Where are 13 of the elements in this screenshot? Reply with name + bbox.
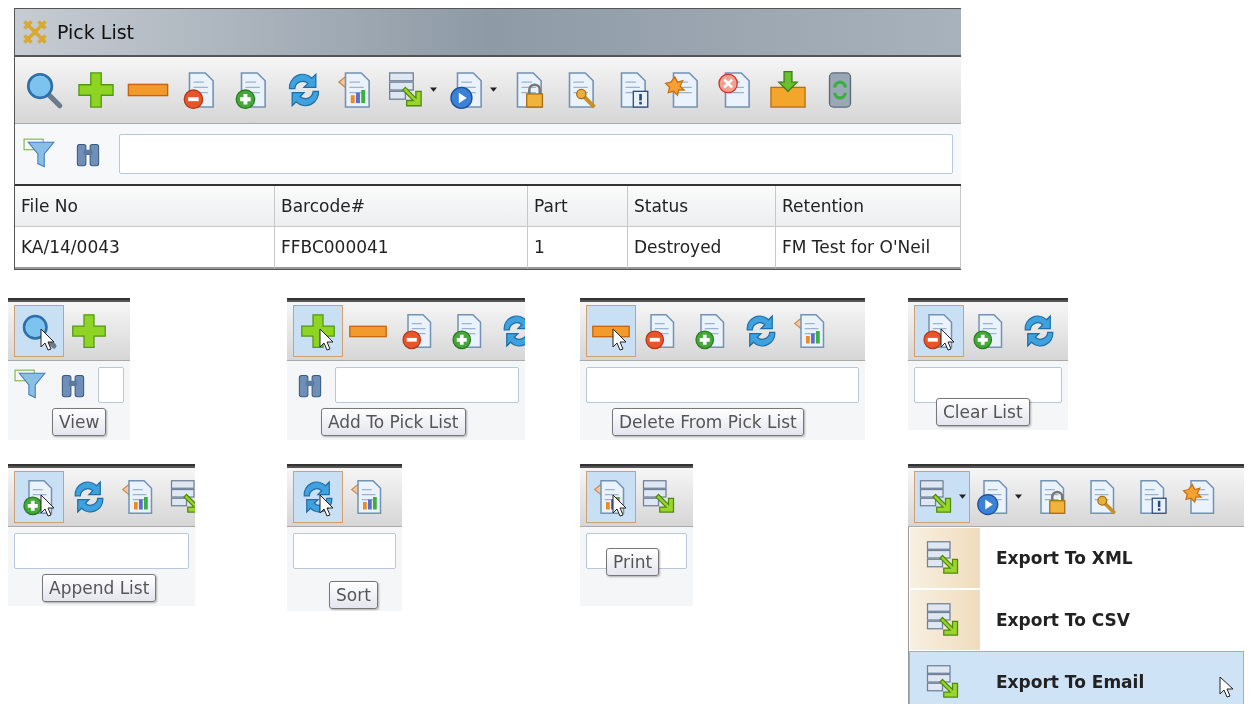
- table-cell: 1: [528, 227, 628, 269]
- table-cell: Destroyed: [628, 227, 776, 269]
- tooltip: View: [52, 408, 107, 436]
- table-cell: FM Test for O'Neil: [776, 227, 961, 269]
- tooltip: Add To Pick List: [321, 408, 466, 436]
- window-title: Pick List: [57, 21, 135, 43]
- tooltip: Print: [606, 548, 660, 576]
- tooltip: Append List: [42, 574, 157, 602]
- tooltip: Delete From Pick List: [612, 408, 804, 436]
- table-cell: KA/14/0043: [15, 227, 275, 269]
- tooltip: Clear List: [936, 398, 1030, 426]
- tooltip: Sort: [329, 581, 378, 609]
- table-cell: FFBC000041: [275, 227, 528, 269]
